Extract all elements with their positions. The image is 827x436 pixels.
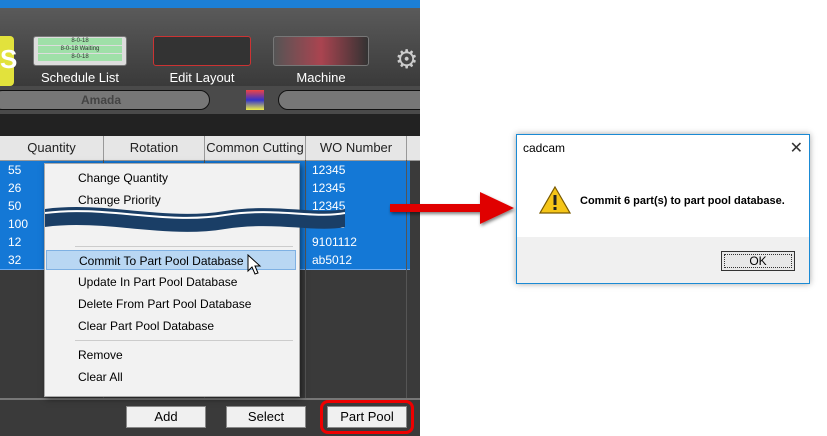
menu-separator <box>75 340 293 341</box>
dialog-title: cadcam <box>523 141 566 155</box>
secondary-field[interactable] <box>278 90 420 110</box>
column-header-quantity[interactable]: Quantity <box>0 136 104 160</box>
warning-icon <box>539 185 571 214</box>
part-pool-button[interactable]: Part Pool <box>327 406 407 428</box>
machine-selector[interactable]: Amada <box>0 90 210 110</box>
schedule-thumb-row: 8-0-18 Waiting <box>38 46 122 53</box>
schedule-thumb-row: 8-0-18 <box>38 38 122 45</box>
schedule-list-label: Schedule List <box>40 70 120 85</box>
filter-row: Amada <box>0 86 420 114</box>
logo-letter: S <box>0 44 18 74</box>
menu-separator <box>75 246 293 247</box>
machine-thumbnail <box>273 36 369 66</box>
app-window: S 8-0-18 8-0-18 Waiting 8-0-18 Schedule … <box>0 0 420 436</box>
cell-quantity: 12 <box>8 235 22 249</box>
column-header-wo-number[interactable]: WO Number <box>306 136 407 160</box>
menu-item-change-quantity[interactable]: Change Quantity <box>46 168 296 188</box>
mouse-cursor-icon <box>247 254 262 275</box>
column-header-rotation[interactable]: Rotation <box>104 136 205 160</box>
divider-strip <box>0 114 420 136</box>
cell-wo-number: 12345 <box>312 163 346 177</box>
column-header-common-cutting[interactable]: Common Cutting <box>205 136 306 160</box>
bottom-toolbar: Add Select Part Pool <box>0 398 420 436</box>
add-button[interactable]: Add <box>126 406 206 428</box>
cell-wo-number: ab5012 <box>312 253 353 267</box>
cell-quantity: 55 <box>8 163 22 177</box>
material-icon <box>246 90 264 110</box>
cell-wo-number: 12345 <box>312 181 346 195</box>
dialog-message: Commit 6 part(s) to part pool database. <box>580 195 785 207</box>
cell-wo-number: 9101112 <box>312 235 357 249</box>
menu-item-clear-all[interactable]: Clear All <box>46 367 296 387</box>
schedule-thumb-row: 8-0-18 <box>38 54 122 61</box>
menu-item-delete-from-part-pool[interactable]: Delete From Part Pool Database <box>46 294 296 314</box>
column-divider <box>305 160 306 398</box>
confirm-dialog: cadcam ✕ Commit 6 part(s) to part pool d… <box>516 134 810 284</box>
schedule-thumbnail: 8-0-18 8-0-18 Waiting 8-0-18 <box>33 36 127 66</box>
machine-label: Machine <box>296 70 346 85</box>
dialog-body: Commit 6 part(s) to part pool database. <box>517 161 809 237</box>
cell-quantity: 100 <box>8 217 29 231</box>
edit-layout-label: Edit Layout <box>169 70 235 85</box>
edit-layout-thumbnail <box>153 36 251 66</box>
dialog-footer: OK <box>517 237 809 283</box>
machine-button[interactable]: Machine <box>268 36 374 90</box>
close-icon[interactable]: ✕ <box>790 138 803 158</box>
torn-edge-graphic <box>45 207 345 232</box>
select-button[interactable]: Select <box>226 406 306 428</box>
dialog-titlebar: cadcam ✕ <box>517 135 809 161</box>
edit-layout-button[interactable]: Edit Layout <box>146 36 258 90</box>
menu-item-clear-part-pool[interactable]: Clear Part Pool Database <box>46 316 296 336</box>
window-titlebar <box>0 0 420 8</box>
red-arrow-icon <box>390 192 514 224</box>
menu-item-remove[interactable]: Remove <box>46 345 296 365</box>
toolbar: S 8-0-18 8-0-18 Waiting 8-0-18 Schedule … <box>0 8 420 86</box>
cell-quantity: 50 <box>8 199 22 213</box>
cell-quantity: 26 <box>8 181 22 195</box>
cell-quantity: 32 <box>8 253 22 267</box>
context-menu: Change Quantity Change Priority Commit T… <box>44 163 345 397</box>
grid-header: Quantity Rotation Common Cutting WO Numb… <box>0 136 420 161</box>
ok-button[interactable]: OK <box>721 251 795 271</box>
logo-tab[interactable]: S <box>0 36 18 86</box>
gear-icon[interactable]: ⚙ <box>395 44 418 75</box>
schedule-list-button[interactable]: 8-0-18 8-0-18 Waiting 8-0-18 Schedule Li… <box>30 36 130 90</box>
